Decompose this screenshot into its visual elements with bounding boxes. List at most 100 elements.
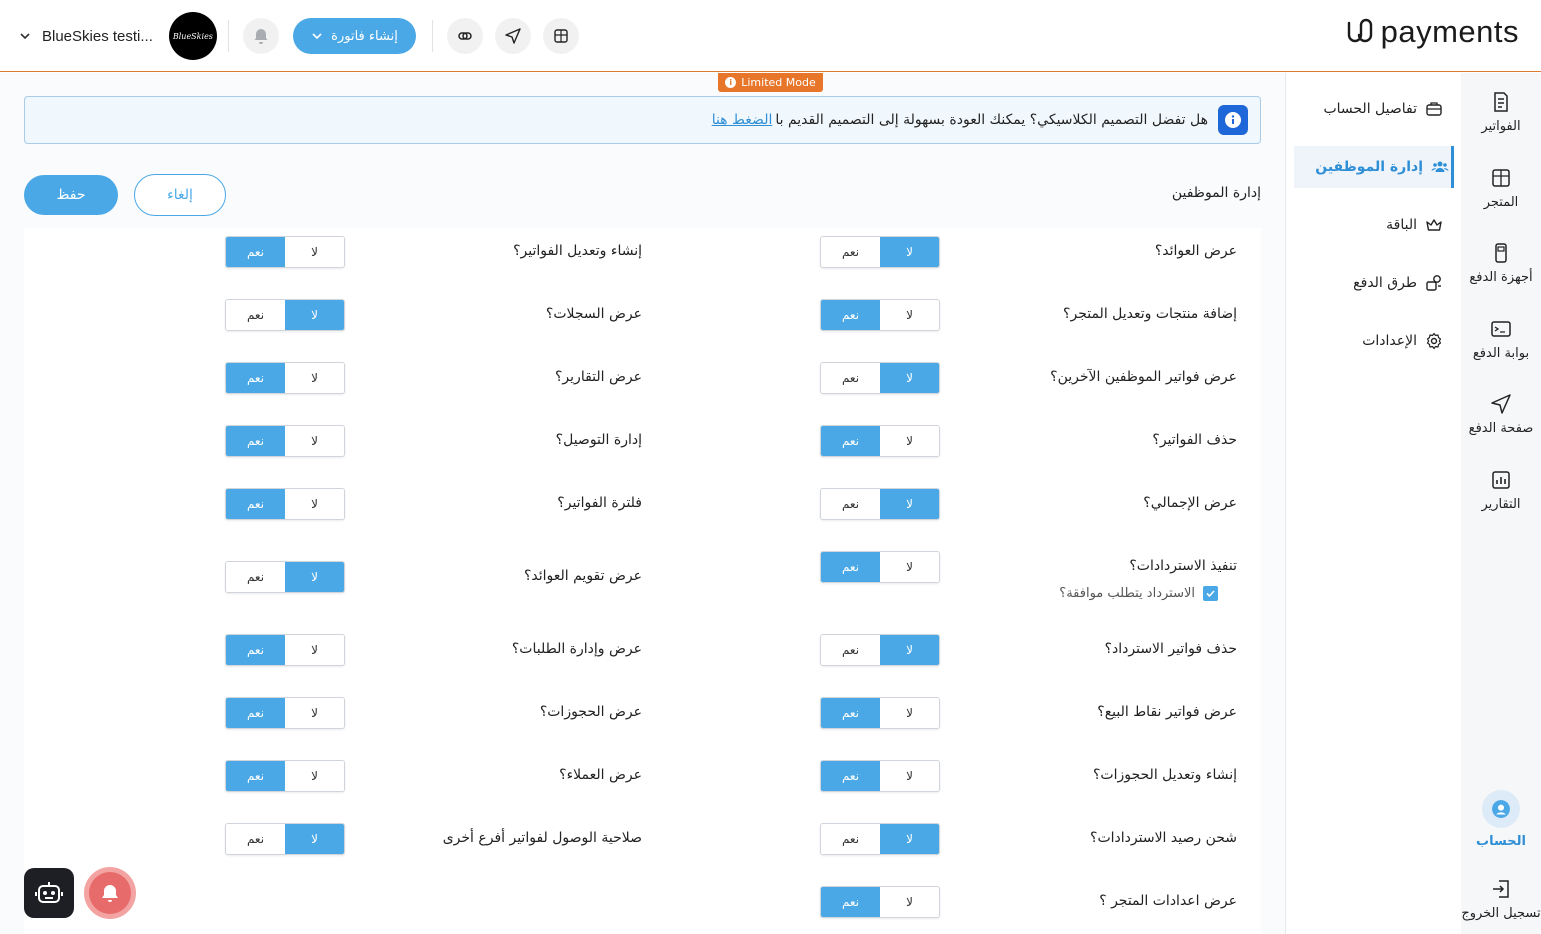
nav-payment-gateway[interactable]: بوابة الدفع [1461,318,1541,361]
toggle-yes-option[interactable]: نعم [821,635,880,665]
toggle-no-option[interactable]: لا [285,635,344,665]
account-switcher[interactable]: BlueSkies testi... BlueSkies [18,12,217,60]
nav-account[interactable]: الحساب [1461,790,1541,849]
store-button[interactable] [543,18,579,54]
toggle-yes-option[interactable]: نعم [821,761,880,791]
yes-no-toggle[interactable]: نعم لا [225,634,345,666]
submenu-payment-methods[interactable]: طرق الدفع [1285,262,1445,304]
toggle-yes-option[interactable]: نعم [821,887,880,917]
toggle-no-option[interactable]: لا [880,635,939,665]
toggle-yes-option[interactable]: نعم [226,761,285,791]
bell-icon [254,29,268,44]
nav-pos-devices[interactable]: أجهزة الدفع [1461,242,1541,285]
toggle-no-option[interactable]: لا [880,824,939,854]
yes-no-toggle[interactable]: نعم لا [820,299,940,331]
yes-no-toggle[interactable]: نعم لا [820,551,940,583]
toggle-no-option[interactable]: لا [285,237,344,267]
yes-no-toggle[interactable]: نعم لا [225,760,345,792]
yes-no-toggle[interactable]: نعم لا [225,488,345,520]
toggle-no-option[interactable]: لا [880,237,939,267]
link-button[interactable] [447,18,483,54]
toggle-no-option[interactable]: لا [880,761,939,791]
toggle-yes-option[interactable]: نعم [821,698,880,728]
save-button[interactable]: حفظ [24,175,118,215]
toggle-yes-option[interactable]: نعم [226,698,285,728]
nav-payment-page[interactable]: صفحة الدفع [1461,393,1541,436]
toggle-yes-option[interactable]: نعم [821,552,880,582]
toggle-yes-option[interactable]: نعم [226,489,285,519]
toggle-no-option[interactable]: لا [880,887,939,917]
submenu-account-details[interactable]: تفاصيل الحساب [1285,88,1445,130]
yes-no-toggle[interactable]: نعم لا [820,823,940,855]
toggle-no-option[interactable]: لا [285,698,344,728]
nav-invoices[interactable]: الفواتير [1461,91,1541,134]
toggle-no-option[interactable]: لا [285,562,344,592]
notifications-button[interactable] [243,18,279,54]
refund-approval-option[interactable]: الاسترداد يتطلب موافقة؟ [1059,586,1218,601]
toggle-yes-option[interactable]: نعم [226,426,285,456]
nav-label: الفواتير [1481,119,1521,134]
yes-no-toggle[interactable]: نعم لا [820,760,940,792]
classic-design-link[interactable]: الضغط هنا [712,112,773,128]
toggle-yes-option[interactable]: نعم [821,237,880,267]
toggle-yes-option[interactable]: نعم [821,824,880,854]
yes-no-toggle[interactable]: نعم لا [225,697,345,729]
logout-icon [1493,880,1509,898]
nav-label: بوابة الدفع [1472,346,1530,361]
toggle-no-option[interactable]: لا [880,489,939,519]
nav-logout[interactable]: تسجيل الخروج [1461,878,1541,921]
yes-no-toggle[interactable]: نعم لا [225,561,345,593]
toggle-yes-option[interactable]: نعم [226,562,285,592]
yes-no-toggle[interactable]: نعم لا [225,425,345,457]
nav-store[interactable]: المتجر [1461,167,1541,210]
toggle-yes-option[interactable]: نعم [226,824,285,854]
toggle-yes-option[interactable]: نعم [226,363,285,393]
toggle-no-option[interactable]: لا [880,300,939,330]
nav-reports[interactable]: التقارير [1461,469,1541,512]
toggle-no-option[interactable]: لا [880,426,939,456]
toggle-no-option[interactable]: لا [880,363,939,393]
app-logo[interactable]: payments [1345,14,1519,50]
toggle-yes-option[interactable]: نعم [226,635,285,665]
yes-no-toggle[interactable]: نعم لا [225,823,345,855]
submenu-employee-management[interactable]: إدارة الموظفين [1294,146,1454,188]
yes-no-toggle[interactable]: نعم لا [820,362,940,394]
yes-no-toggle[interactable]: نعم لا [820,886,940,918]
submenu-plan[interactable]: الباقة [1285,204,1445,246]
send-button[interactable] [495,18,531,54]
cancel-button[interactable]: إلغاء [134,174,226,216]
toggle-no-option[interactable]: لا [285,761,344,791]
toggle-no-option[interactable]: لا [285,300,344,330]
toggle-no-option[interactable]: لا [880,552,939,582]
yes-no-toggle[interactable]: نعم لا [225,362,345,394]
toggle-yes-option[interactable]: نعم [821,300,880,330]
toggle-yes-option[interactable]: نعم [226,237,285,267]
classic-design-banner: هل تفضل التصميم الكلاسيكي؟ يمكنك العودة … [24,96,1261,144]
yes-no-toggle[interactable]: نعم لا [820,236,940,268]
toggle-no-option[interactable]: لا [285,824,344,854]
toggle-no-option[interactable]: لا [285,426,344,456]
yes-no-toggle[interactable]: نعم لا [820,488,940,520]
refund-approval-checkbox[interactable] [1203,586,1218,601]
limited-mode-label: Limited Mode [741,76,816,89]
permissions-panel [24,228,1261,934]
submenu-settings[interactable]: الإعدادات [1285,320,1445,362]
alerts-button[interactable] [84,867,136,919]
yes-no-toggle[interactable]: نعم لا [225,236,345,268]
banner-text: هل تفضل التصميم الكلاسيكي؟ يمكنك العودة … [775,112,1208,128]
toggle-no-option[interactable]: لا [285,489,344,519]
yes-no-toggle[interactable]: نعم لا [225,299,345,331]
link-icon [458,32,472,40]
toggle-no-option[interactable]: لا [880,698,939,728]
toggle-no-option[interactable]: لا [285,363,344,393]
toggle-yes-option[interactable]: نعم [821,426,880,456]
yes-no-toggle[interactable]: نعم لا [820,697,940,729]
create-invoice-button[interactable]: إنشاء فاتورة [293,18,416,54]
toggle-yes-option[interactable]: نعم [821,489,880,519]
toggle-yes-option[interactable]: نعم [226,300,285,330]
toggle-yes-option[interactable]: نعم [821,363,880,393]
support-bot-button[interactable] [24,868,74,918]
yes-no-toggle[interactable]: نعم لا [820,425,940,457]
yes-no-toggle[interactable]: نعم لا [820,634,940,666]
permission-label: حذف الفواتير؟ [1152,432,1237,448]
